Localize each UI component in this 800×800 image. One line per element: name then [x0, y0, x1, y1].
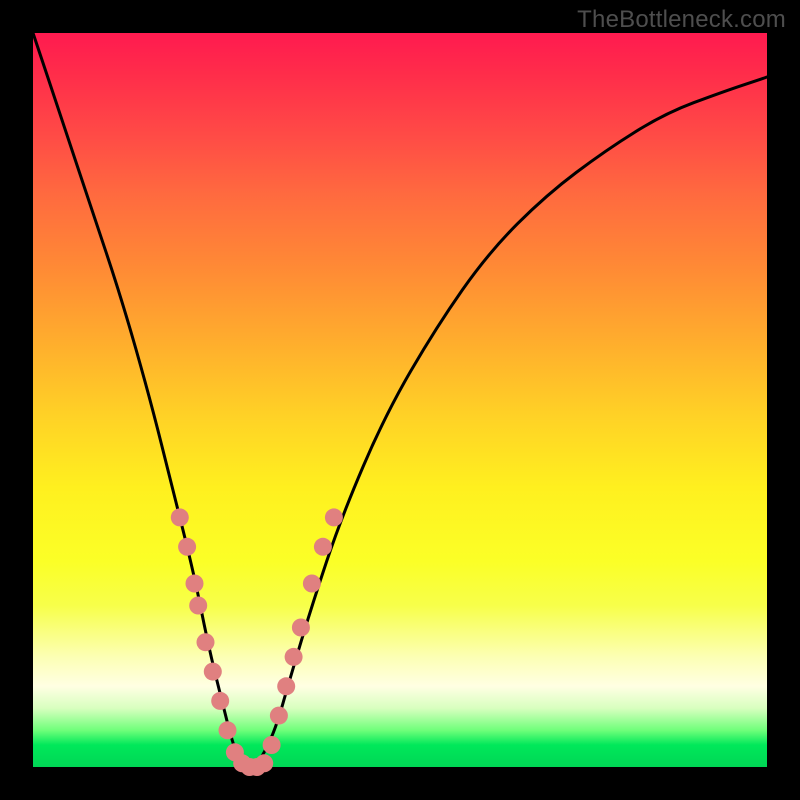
bottleneck-curve: [33, 33, 767, 767]
left-branch-dots-dot: [197, 633, 215, 651]
right-branch-dots-dot: [277, 677, 295, 695]
left-branch-dots-dot: [219, 721, 237, 739]
right-branch-dots-dot: [285, 648, 303, 666]
right-branch-dots-dot: [263, 736, 281, 754]
left-branch-dots-dot: [211, 692, 229, 710]
marker-dots: [171, 508, 343, 776]
right-branch-dots-dot: [314, 538, 332, 556]
right-branch-dots-dot: [303, 575, 321, 593]
bottleneck-curve-path: [33, 33, 767, 767]
left-branch-dots-dot: [186, 575, 204, 593]
curve-svg: [33, 33, 767, 767]
left-branch-dots-dot: [189, 597, 207, 615]
right-branch-dots-dot: [325, 508, 343, 526]
trough-dots-dot: [255, 754, 273, 772]
left-branch-dots-dot: [171, 508, 189, 526]
chart-frame: TheBottleneck.com: [0, 0, 800, 800]
right-branch-dots-dot: [292, 619, 310, 637]
watermark-text: TheBottleneck.com: [577, 6, 786, 34]
right-branch-dots-dot: [270, 707, 288, 725]
left-branch-dots-dot: [178, 538, 196, 556]
left-branch-dots-dot: [204, 663, 222, 681]
plot-area: [33, 33, 767, 767]
